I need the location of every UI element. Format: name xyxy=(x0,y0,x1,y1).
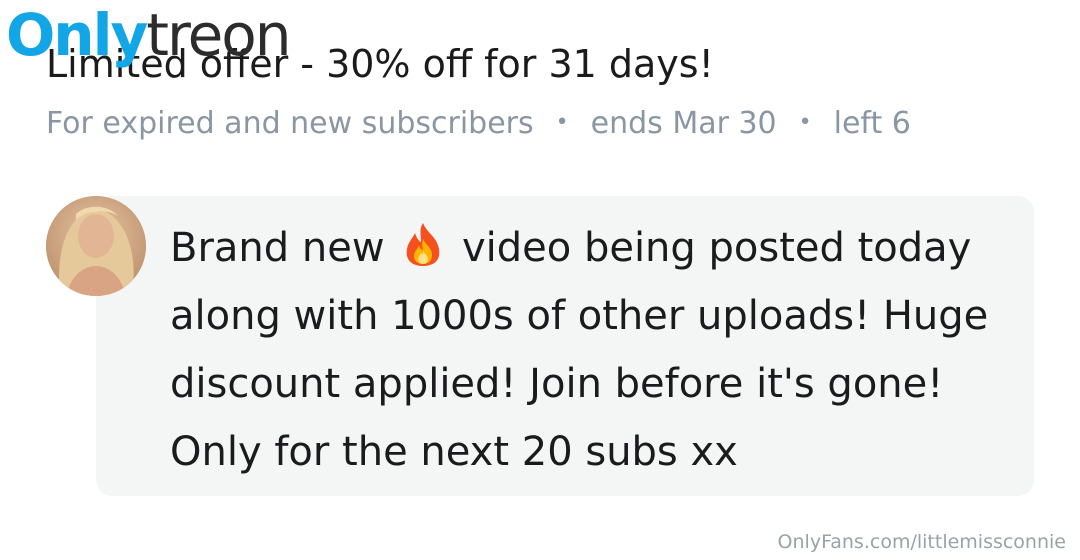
logo-part-only: Only xyxy=(6,1,148,69)
logo-part-treon: treon xyxy=(146,1,291,69)
message-text-start: Brand new xyxy=(170,225,385,271)
offer-end-date: ends Mar 30 xyxy=(590,106,777,141)
offer-audience: For expired and new subscribers xyxy=(46,106,534,141)
separator-dot: • xyxy=(798,110,812,135)
avatar[interactable] xyxy=(46,196,146,296)
avatar-photo xyxy=(46,196,146,296)
separator-dot: • xyxy=(555,110,569,135)
offer-meta: For expired and new subscribers • ends Mar… xyxy=(46,104,911,147)
offer-remaining: left 6 xyxy=(833,106,911,141)
message-text: Brand new video being posted today along… xyxy=(170,214,1020,486)
onlytreon-logo: Onlytreon xyxy=(6,0,292,72)
watermark-url: OnlyFans.com/littlemissconnie xyxy=(777,531,1066,553)
fire-icon xyxy=(406,223,440,266)
